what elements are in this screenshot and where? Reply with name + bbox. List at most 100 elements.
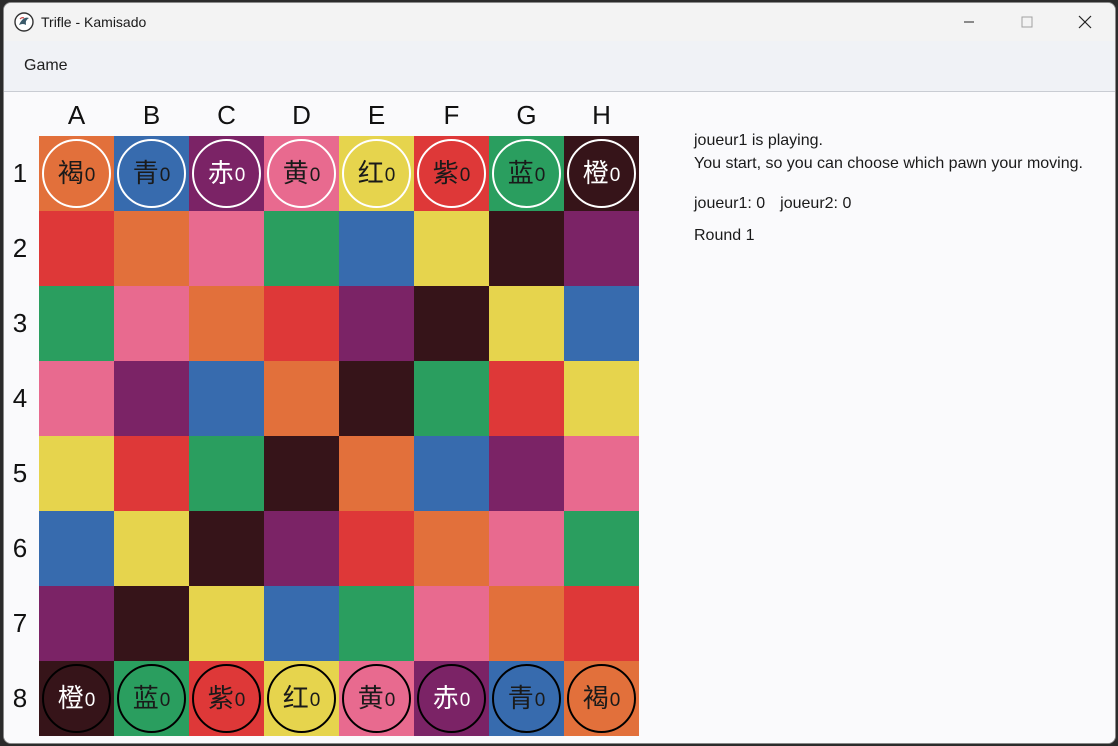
board-cell[interactable]: 蓝0 xyxy=(114,661,189,736)
pawn-count: 0 xyxy=(84,690,96,711)
column-label: G xyxy=(516,100,537,130)
board-cell[interactable] xyxy=(264,586,339,661)
board-cell[interactable] xyxy=(489,361,564,436)
board-cell[interactable] xyxy=(414,511,489,586)
board-cell[interactable] xyxy=(264,211,339,286)
board-cell[interactable]: 赤0 xyxy=(189,136,264,211)
board-cell[interactable] xyxy=(489,586,564,661)
maximize-button[interactable] xyxy=(1004,3,1050,41)
board-cell[interactable] xyxy=(339,211,414,286)
pawn[interactable]: 红0 xyxy=(267,664,336,733)
board-cell[interactable] xyxy=(189,286,264,361)
board-cell[interactable] xyxy=(189,586,264,661)
board-cell[interactable] xyxy=(489,286,564,361)
pawn[interactable]: 红0 xyxy=(342,139,411,208)
board-cell[interactable] xyxy=(114,436,189,511)
board-cell[interactable] xyxy=(339,586,414,661)
column-label: H xyxy=(592,100,611,130)
board-cell[interactable] xyxy=(189,436,264,511)
board-cell[interactable]: 橙0 xyxy=(564,136,639,211)
board-cell[interactable] xyxy=(114,586,189,661)
board-cell[interactable]: 红0 xyxy=(339,136,414,211)
board-cell[interactable] xyxy=(189,511,264,586)
board-cell[interactable] xyxy=(564,436,639,511)
pawn[interactable]: 紫0 xyxy=(192,664,261,733)
pawn[interactable]: 橙0 xyxy=(42,664,111,733)
pawn[interactable]: 蓝0 xyxy=(117,664,186,733)
board-cell[interactable]: 黄0 xyxy=(339,661,414,736)
board-cell[interactable] xyxy=(189,361,264,436)
board-cell[interactable] xyxy=(414,436,489,511)
board-cell[interactable] xyxy=(564,286,639,361)
pawn[interactable]: 蓝0 xyxy=(492,139,561,208)
pawn[interactable]: 青0 xyxy=(492,664,561,733)
board-cell[interactable]: 褐0 xyxy=(564,661,639,736)
board-cell[interactable]: 红0 xyxy=(264,661,339,736)
close-button[interactable] xyxy=(1062,3,1108,41)
board-cell[interactable]: 褐0 xyxy=(39,136,114,211)
board-cell[interactable] xyxy=(414,286,489,361)
pawn[interactable]: 褐0 xyxy=(42,139,111,208)
board-cell[interactable] xyxy=(39,586,114,661)
board-cell[interactable] xyxy=(264,511,339,586)
board-cell[interactable] xyxy=(564,586,639,661)
board-cell[interactable] xyxy=(414,586,489,661)
board-cell[interactable] xyxy=(39,511,114,586)
board-cell[interactable]: 青0 xyxy=(114,136,189,211)
board-cell[interactable] xyxy=(39,436,114,511)
minimize-button[interactable] xyxy=(946,3,992,41)
board-cell[interactable] xyxy=(414,211,489,286)
board-cell[interactable] xyxy=(114,211,189,286)
board-cell[interactable] xyxy=(39,211,114,286)
pawn[interactable]: 褐0 xyxy=(567,664,636,733)
board-cell[interactable] xyxy=(39,286,114,361)
board-cell[interactable] xyxy=(264,361,339,436)
board-cell[interactable] xyxy=(339,436,414,511)
pawn[interactable]: 青0 xyxy=(117,139,186,208)
pawn-count: 0 xyxy=(159,165,171,186)
board-cell[interactable]: 紫0 xyxy=(414,136,489,211)
board-cell[interactable] xyxy=(339,511,414,586)
menu-game[interactable]: Game xyxy=(24,57,68,75)
row-label: 6 xyxy=(12,533,28,563)
game-area: ABCDEFGH 12345678 褐0青0赤0黄0红0紫0蓝0橙0橙0蓝0紫0… xyxy=(4,92,1115,743)
board-cell[interactable] xyxy=(264,286,339,361)
board-cell[interactable]: 黄0 xyxy=(264,136,339,211)
board-cell[interactable] xyxy=(489,211,564,286)
pawn[interactable]: 黄0 xyxy=(342,664,411,733)
board-cell[interactable] xyxy=(489,436,564,511)
pawn[interactable]: 橙0 xyxy=(567,139,636,208)
board-cell[interactable] xyxy=(114,286,189,361)
board-cell[interactable] xyxy=(189,211,264,286)
board-cell[interactable] xyxy=(114,361,189,436)
board-cell[interactable]: 紫0 xyxy=(189,661,264,736)
board-cell[interactable]: 青0 xyxy=(489,661,564,736)
board-cell[interactable] xyxy=(564,511,639,586)
app-window: Trifle - Kamisado Game A B C D E F G H 1 2 3 4 5 6 7 8… xyxy=(3,2,1116,744)
minimize-icon xyxy=(964,21,974,23)
pawn-glyph: 青 xyxy=(132,158,159,189)
pawn[interactable]: 黄0 xyxy=(267,139,336,208)
title-bar[interactable]: Trifle - Kamisado xyxy=(4,3,1115,41)
board-cell[interactable] xyxy=(339,361,414,436)
board-cell[interactable] xyxy=(264,436,339,511)
column-label: F xyxy=(443,100,460,130)
board-cell[interactable] xyxy=(414,361,489,436)
board-cell[interactable] xyxy=(39,361,114,436)
pawn[interactable]: 赤0 xyxy=(192,139,261,208)
pawn-glyph: 褐 xyxy=(57,158,84,189)
board-cell[interactable] xyxy=(114,511,189,586)
pawn-count: 0 xyxy=(309,690,321,711)
board-cell[interactable] xyxy=(339,286,414,361)
pawn[interactable]: 紫0 xyxy=(417,139,486,208)
board-cell[interactable] xyxy=(564,211,639,286)
board-cell[interactable]: 橙0 xyxy=(39,661,114,736)
board-cell[interactable]: 赤0 xyxy=(414,661,489,736)
pawn[interactable]: 赤0 xyxy=(417,664,486,733)
row-label: 8 xyxy=(12,683,28,713)
board-cell[interactable] xyxy=(564,361,639,436)
board-cell[interactable]: 蓝0 xyxy=(489,136,564,211)
close-icon xyxy=(1078,15,1092,29)
board-cell[interactable] xyxy=(489,511,564,586)
row-label: 7 xyxy=(12,608,28,638)
